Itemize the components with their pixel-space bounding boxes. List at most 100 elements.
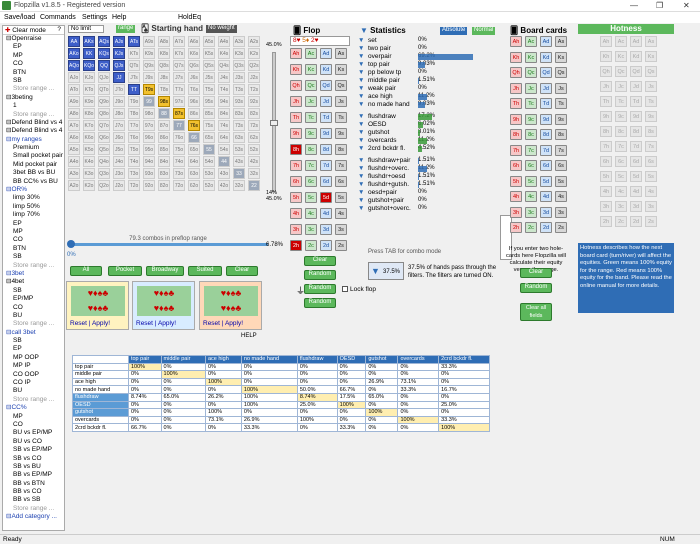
hand-cell[interactable]: 55 <box>203 144 215 155</box>
board-card[interactable]: 4d <box>540 191 552 202</box>
flop-card[interactable]: 2d <box>320 240 332 251</box>
stat-funnel-icon[interactable]: ▼ <box>358 37 364 44</box>
hand-cell[interactable]: J2o <box>113 180 125 191</box>
hand-cell[interactable]: J5s <box>203 72 215 83</box>
flop-card[interactable]: 4h <box>290 208 302 219</box>
hand-cell[interactable]: 97o <box>143 120 155 131</box>
hand-cell[interactable]: 98s <box>158 96 170 107</box>
hand-cell[interactable]: 42o <box>218 180 230 191</box>
apply-button-1[interactable]: Apply! <box>92 320 110 327</box>
hand-cell[interactable]: A8s <box>158 36 170 47</box>
hand-cell[interactable]: AKs <box>83 36 95 47</box>
board-card[interactable]: 2h <box>510 222 522 233</box>
hand-cell[interactable]: Q4s <box>218 60 230 71</box>
hand-cell[interactable]: T4o <box>128 156 140 167</box>
hand-cell[interactable]: 94s <box>218 96 230 107</box>
hand-cell[interactable]: 22 <box>248 180 260 191</box>
board-card[interactable]: 6s <box>555 160 567 171</box>
board-random-button[interactable]: Random <box>520 283 552 293</box>
flop-card[interactable]: Jh <box>290 96 302 107</box>
stat-funnel-icon[interactable]: ▼ <box>358 181 364 188</box>
hand-cell[interactable]: A7s <box>173 36 185 47</box>
board-card[interactable]: Ad <box>540 36 552 47</box>
range-tree-item[interactable]: BB vs BTN <box>3 480 64 488</box>
hand-cell[interactable]: 33 <box>233 168 245 179</box>
hand-cell[interactable]: 93s <box>233 96 245 107</box>
board-card[interactable]: 9c <box>525 113 537 125</box>
hand-cell[interactable]: T2s <box>248 84 260 95</box>
hand-cell[interactable]: AQs <box>98 36 110 47</box>
range-tree-item[interactable]: SB <box>3 253 64 261</box>
range-tree-item[interactable]: ⊟Defend Blind vs 4 <box>3 127 64 135</box>
hand-cell[interactable]: Q6o <box>98 132 110 143</box>
board-card[interactable]: 3h <box>510 206 522 218</box>
hand-cell[interactable]: K6o <box>83 132 95 143</box>
hand-cell[interactable]: 76o <box>173 132 185 143</box>
hand-cell[interactable]: 86s <box>188 108 200 119</box>
menu-save-load[interactable]: Save/load <box>4 14 35 21</box>
hand-cell[interactable]: T6s <box>188 84 200 95</box>
flop-card[interactable]: 6d <box>320 176 332 187</box>
flop-card[interactable]: 6c <box>305 176 317 187</box>
range-pct-slider[interactable] <box>68 243 268 246</box>
hand-cell[interactable]: Q3s <box>233 60 245 71</box>
hand-cell[interactable]: 96o <box>143 132 155 143</box>
board-card[interactable]: Td <box>540 98 552 109</box>
weight-slider-handle[interactable] <box>270 120 278 126</box>
hand-cell[interactable]: J7o <box>113 120 125 131</box>
flop-card[interactable]: 3h <box>290 224 302 235</box>
board-card[interactable]: 6h <box>510 160 522 171</box>
range-tree-item[interactable]: SB vs EP/MP <box>3 446 64 454</box>
suit-box-3[interactable]: ♥♦♠♣ ♥♦♠♣ Reset | Apply! <box>199 281 262 330</box>
hand-cell[interactable]: A8o <box>68 108 80 119</box>
hand-cell[interactable]: Q8s <box>158 60 170 71</box>
hand-cell[interactable]: Q6s <box>188 60 200 71</box>
flop-card[interactable]: 2s <box>335 240 347 251</box>
hand-cell[interactable]: 82s <box>248 108 260 119</box>
flop-card[interactable]: Qd <box>320 80 332 91</box>
board-card[interactable]: 6c <box>525 160 537 171</box>
stat-funnel-icon[interactable]: ▼ <box>358 85 364 92</box>
flop-card[interactable]: 8s <box>335 144 347 155</box>
hand-cell[interactable]: JJ <box>113 72 125 83</box>
hand-cell[interactable]: T5s <box>203 84 215 95</box>
menu-holdeq[interactable]: HoldEq <box>178 14 201 21</box>
board-card[interactable]: 8d <box>540 129 552 140</box>
hand-cell[interactable]: 65s <box>203 132 215 143</box>
flop-card[interactable]: Ah <box>290 48 302 59</box>
flop-card[interactable]: Ad <box>320 48 332 59</box>
hand-cell[interactable]: 95o <box>143 144 155 155</box>
absolute-toggle[interactable]: Absolute <box>440 27 468 35</box>
hand-cell[interactable]: Q9o <box>98 96 110 107</box>
hand-cell[interactable]: 84s <box>218 108 230 119</box>
hand-cell[interactable]: T3o <box>128 168 140 179</box>
maximize-icon[interactable]: ❐ <box>656 1 663 10</box>
range-tree-item[interactable]: BU <box>3 387 64 395</box>
hand-cell[interactable]: T7s <box>173 84 185 95</box>
range-tree-item[interactable]: ⊟my ranges <box>3 136 64 144</box>
hand-cell[interactable]: Q2s <box>248 60 260 71</box>
hand-cell[interactable]: QTo <box>98 84 110 95</box>
hand-cell[interactable]: T2o <box>128 180 140 191</box>
flop-card[interactable]: 2c <box>305 240 317 251</box>
flop-card[interactable]: 8h <box>290 144 302 155</box>
hand-cell[interactable]: 99 <box>143 96 155 107</box>
flop-card[interactable]: Kd <box>320 64 332 75</box>
range-tree-item[interactable]: CO IP <box>3 379 64 387</box>
stat-funnel-icon[interactable]: ▼ <box>358 53 364 60</box>
flop-card[interactable]: Tc <box>305 112 317 123</box>
range-tree-item[interactable]: EP <box>3 220 64 228</box>
hand-cell[interactable]: J6o <box>113 132 125 143</box>
range-tree-item[interactable]: Store range ... <box>3 111 64 119</box>
hand-cell[interactable]: A2s <box>248 36 260 47</box>
stat-funnel-icon[interactable]: ▼ <box>358 145 364 152</box>
hand-cell[interactable]: 77 <box>173 120 185 131</box>
board-card[interactable]: 3d <box>540 206 552 218</box>
range-tree-item[interactable]: Premium <box>3 144 64 152</box>
flop-card[interactable]: 3d <box>320 224 332 235</box>
board-card[interactable]: 8h <box>510 129 522 140</box>
range-tree-item[interactable]: ⊟3beting <box>3 94 64 102</box>
hand-cell[interactable]: J9s <box>143 72 155 83</box>
reset-button-1[interactable]: Reset <box>70 320 87 327</box>
flop-card[interactable]: 6h <box>290 176 302 187</box>
